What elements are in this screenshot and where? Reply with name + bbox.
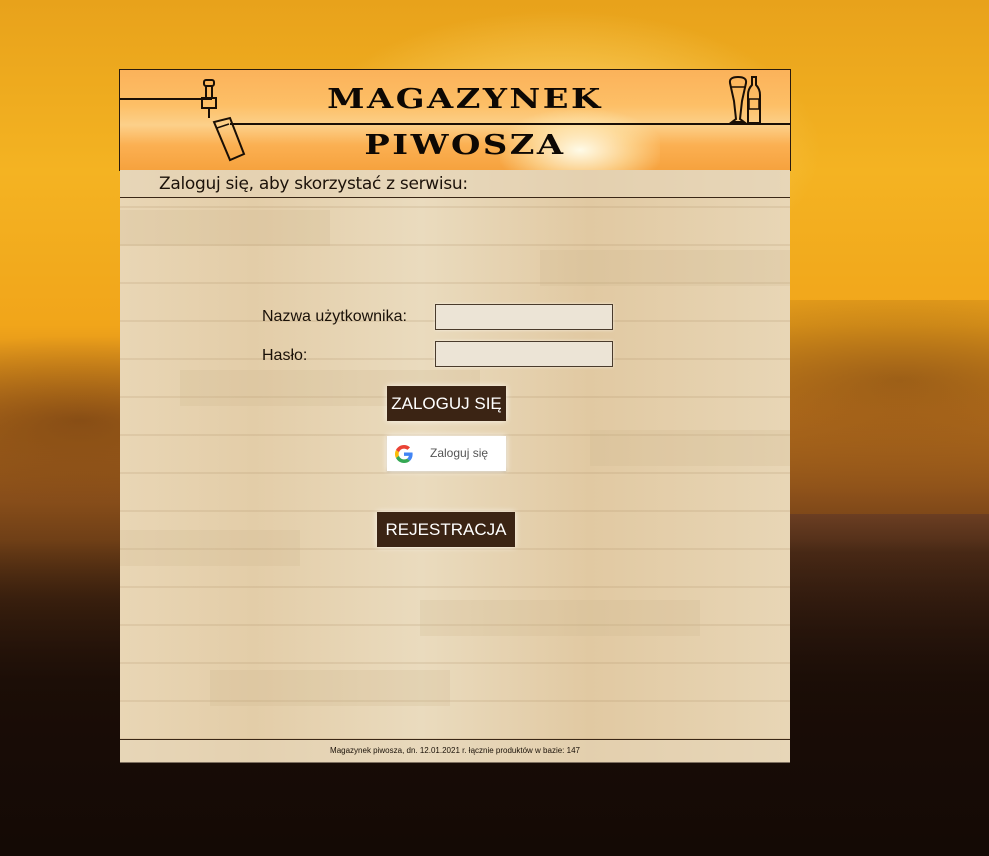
login-button[interactable]: ZALOGUJ SIĘ — [387, 386, 506, 421]
beer-tap-icon — [201, 79, 246, 162]
wood-plank-texture — [590, 430, 790, 466]
wood-plank-texture — [120, 210, 330, 246]
google-login-label: Zaloguj się — [430, 446, 489, 460]
site-header-banner: MAGAZYNEK PIWOSZA — [119, 69, 791, 171]
site-title-line2: PIWOSZA — [364, 130, 566, 161]
wood-plank-texture — [420, 600, 700, 636]
header-line-right — [230, 123, 790, 125]
google-g-icon — [395, 445, 413, 463]
register-button[interactable]: REJESTRACJA — [377, 512, 515, 547]
wood-plank-texture — [540, 250, 790, 286]
username-label: Nazwa użytkownika: — [262, 308, 407, 325]
page-footer: Magazynek piwosza, dn. 12.01.2021 r. łąc… — [120, 739, 790, 763]
username-input[interactable] — [435, 304, 613, 330]
wood-plank-texture — [120, 530, 300, 566]
main-panel: MAGAZYNEK PIWOSZA Zaloguj się, aby skorz… — [119, 69, 791, 763]
wood-plank-texture — [210, 670, 450, 706]
login-instruction-bar: Zaloguj się, aby skorzystać z serwisu: — [120, 170, 790, 198]
footer-text: Magazynek piwosza, dn. 12.01.2021 r. łąc… — [330, 746, 580, 755]
password-label: Hasło: — [262, 347, 308, 364]
google-login-button[interactable]: Zaloguj się — [387, 436, 506, 471]
header-line-left — [120, 98, 212, 100]
password-input[interactable] — [435, 341, 613, 367]
beer-glass-and-bottle-icon — [728, 75, 761, 124]
login-content-area: Zaloguj się, aby skorzystać z serwisu: N… — [120, 170, 790, 763]
site-title-line1: MAGAZYNEK — [327, 84, 603, 115]
login-instruction-text: Zaloguj się, aby skorzystać z serwisu: — [159, 174, 468, 194]
